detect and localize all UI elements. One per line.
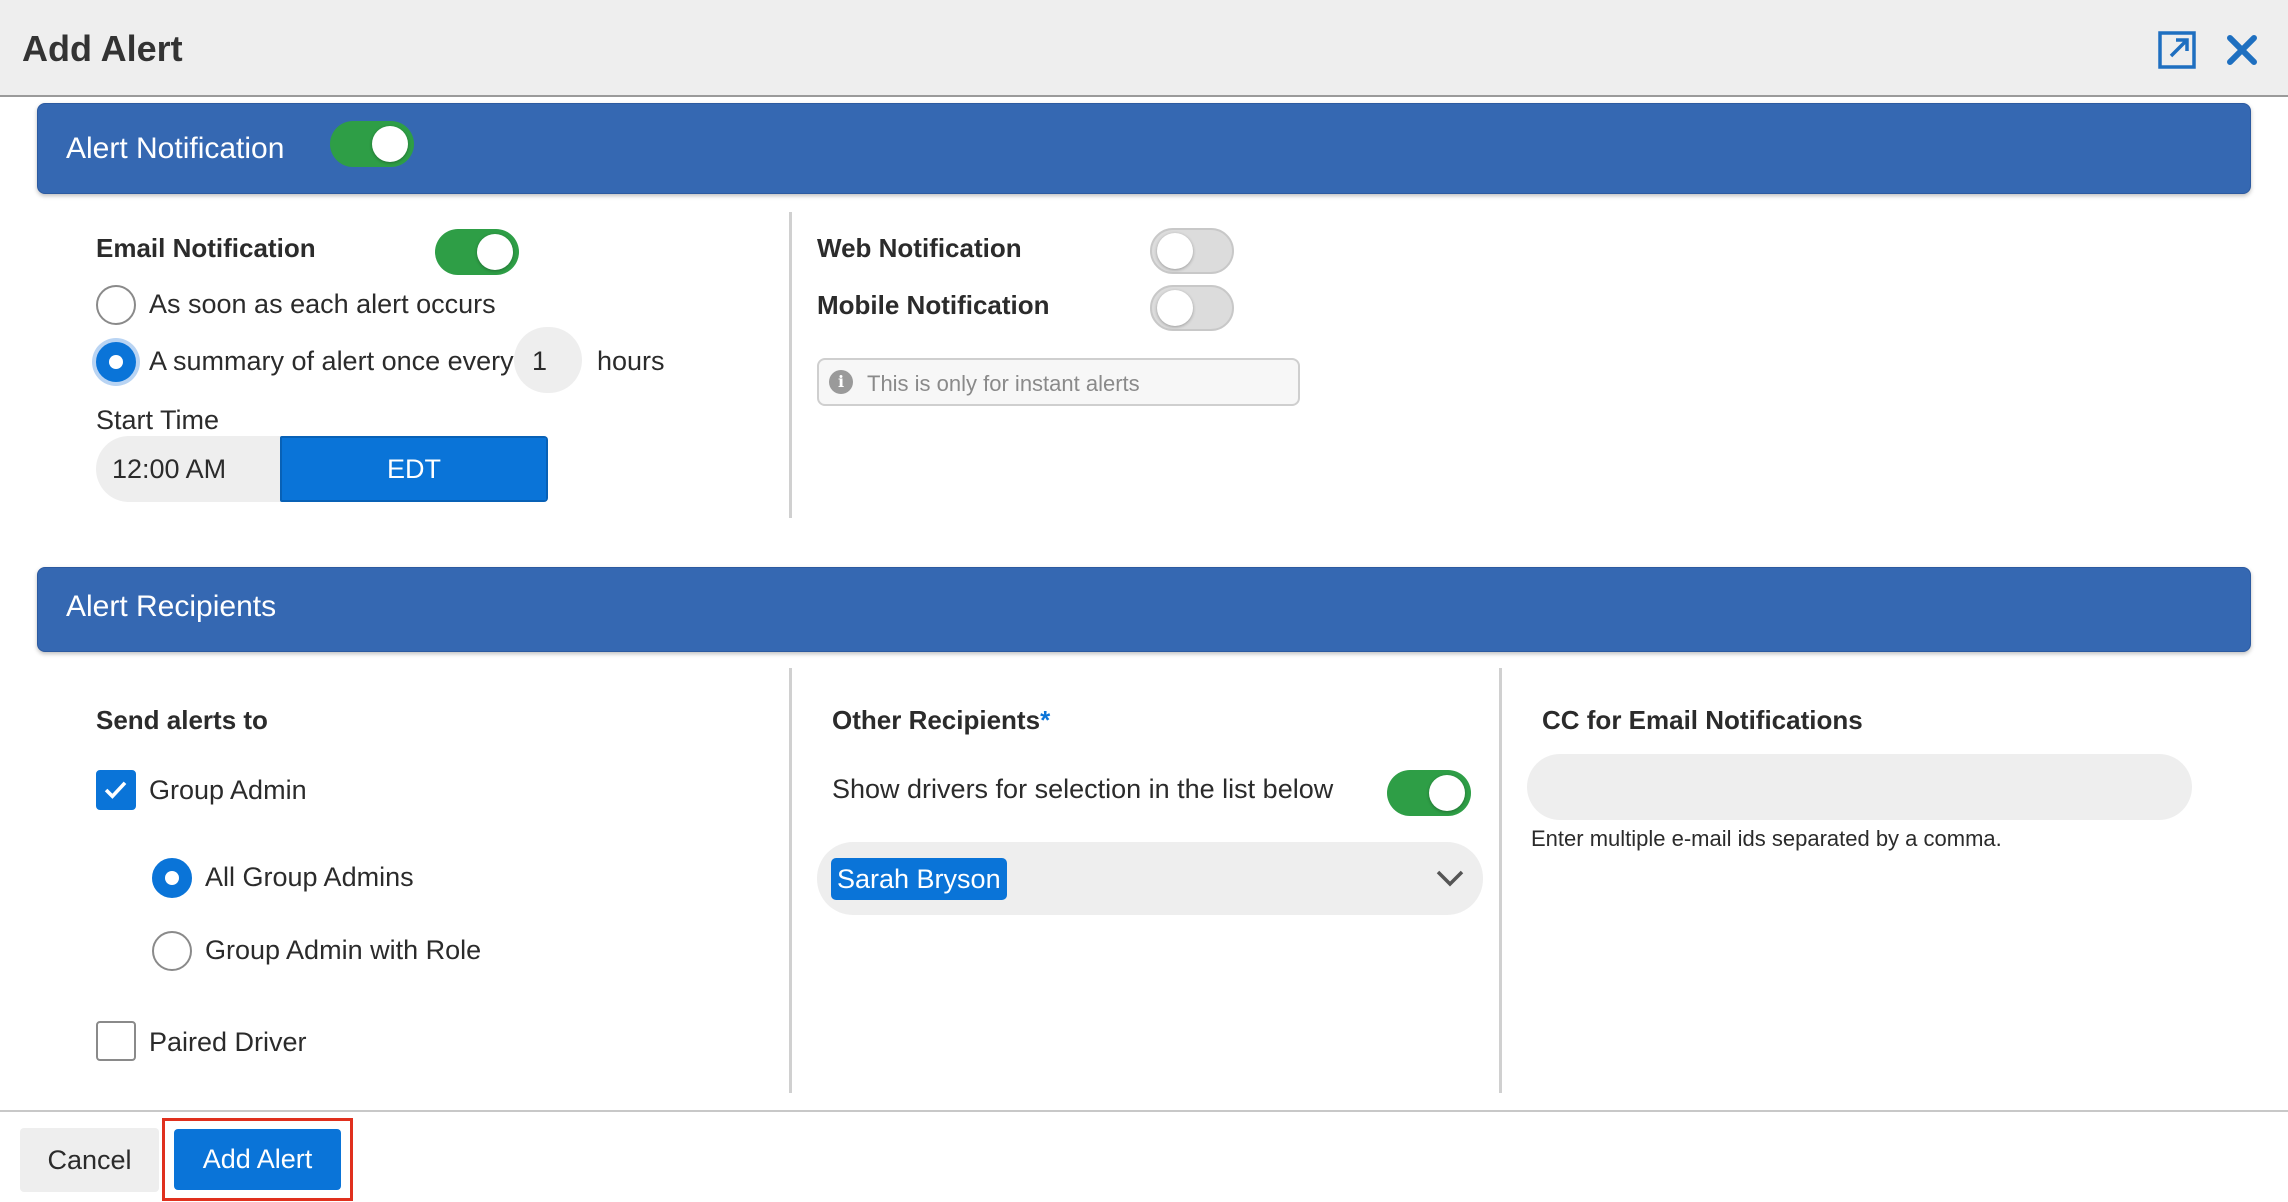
send-alerts-to-label: Send alerts to (96, 705, 268, 735)
cc-email-hint: Enter multiple e-mail ids separated by a… (1531, 826, 2002, 851)
info-note-text: This is only for instant alerts (867, 371, 1140, 396)
other-recipients-select[interactable]: Sarah Bryson (817, 842, 1483, 915)
add-alert-button-label: Add Alert (202, 1144, 313, 1174)
close-icon[interactable] (2222, 30, 2262, 70)
recipients-divider-2 (1499, 668, 1502, 1093)
check-icon (104, 781, 127, 799)
dialog-header: Add Alert (0, 0, 2288, 97)
info-icon: i (829, 370, 853, 394)
show-drivers-toggle[interactable] (1387, 770, 1471, 816)
alert-notification-title: Alert Notification (66, 132, 285, 165)
dialog-title: Add Alert (22, 28, 183, 69)
recipients-divider-1 (789, 668, 792, 1093)
summary-alert-label: A summary of alert once every (149, 346, 514, 376)
group-admin-label: Group Admin (149, 775, 307, 805)
selected-recipient-tag[interactable]: Sarah Bryson (831, 858, 1007, 900)
timezone-label: EDT (387, 453, 441, 484)
start-time-label: Start Time (96, 405, 220, 435)
add-alert-button[interactable]: Add Alert (174, 1129, 341, 1190)
mobile-notification-toggle[interactable] (1150, 285, 1234, 331)
paired-driver-checkbox[interactable] (96, 1021, 136, 1061)
start-time-value[interactable]: 12:00 AM (112, 454, 226, 485)
timezone-button[interactable]: EDT (280, 436, 548, 502)
web-notification-toggle[interactable] (1150, 228, 1234, 274)
web-notification-label: Web Notification (817, 233, 1022, 263)
mobile-notification-label: Mobile Notification (817, 290, 1050, 320)
cancel-button[interactable]: Cancel (20, 1128, 159, 1192)
paired-driver-label: Paired Driver (149, 1027, 307, 1057)
chevron-down-icon[interactable] (1435, 868, 1465, 888)
toggle-knob (372, 126, 408, 162)
instant-alert-label: As soon as each alert occurs (149, 289, 496, 319)
show-drivers-label: Show drivers for selection in the list b… (832, 774, 1334, 804)
summary-hours-input[interactable]: 1 (514, 327, 582, 393)
all-group-admins-radio[interactable] (152, 858, 192, 898)
cancel-button-label: Cancel (47, 1144, 132, 1175)
expand-icon[interactable] (2157, 30, 2197, 70)
footer-divider (0, 1110, 2288, 1112)
group-admin-with-role-label: Group Admin with Role (205, 935, 482, 965)
required-asterisk: * (1040, 705, 1051, 735)
group-admin-checkbox[interactable] (96, 770, 136, 810)
group-admin-with-role-radio[interactable] (152, 931, 192, 971)
other-recipients-heading: Other Recipients* (832, 705, 1050, 736)
instant-alert-info-note: i This is only for instant alerts (817, 358, 1300, 406)
selected-recipient-label: Sarah Bryson (837, 863, 1001, 894)
other-recipients-label: Other Recipients (832, 705, 1041, 735)
hours-unit-label: hours (597, 346, 665, 376)
start-time-picker: 12:00 AM EDT (96, 436, 548, 502)
toggle-knob (477, 234, 513, 270)
email-notification-label: Email Notification (96, 233, 316, 263)
summary-alert-radio[interactable] (96, 342, 136, 382)
toggle-knob (1157, 290, 1193, 326)
add-alert-dialog: Add Alert Alert Notification Email Notif… (0, 0, 2288, 1202)
cc-email-input[interactable] (1527, 754, 2192, 820)
alert-notification-banner: Alert Notification (37, 103, 2251, 194)
toggle-knob (1429, 775, 1465, 811)
cc-email-label: CC for Email Notifications (1542, 705, 1863, 735)
toggle-knob (1157, 233, 1193, 269)
instant-alert-radio[interactable] (96, 285, 136, 325)
alert-recipients-title: Alert Recipients (66, 590, 277, 623)
all-group-admins-label: All Group Admins (205, 862, 414, 892)
email-notification-toggle[interactable] (435, 229, 519, 275)
notification-divider (789, 212, 792, 518)
alert-notification-toggle[interactable] (330, 121, 414, 167)
alert-recipients-banner: Alert Recipients (37, 567, 2251, 652)
